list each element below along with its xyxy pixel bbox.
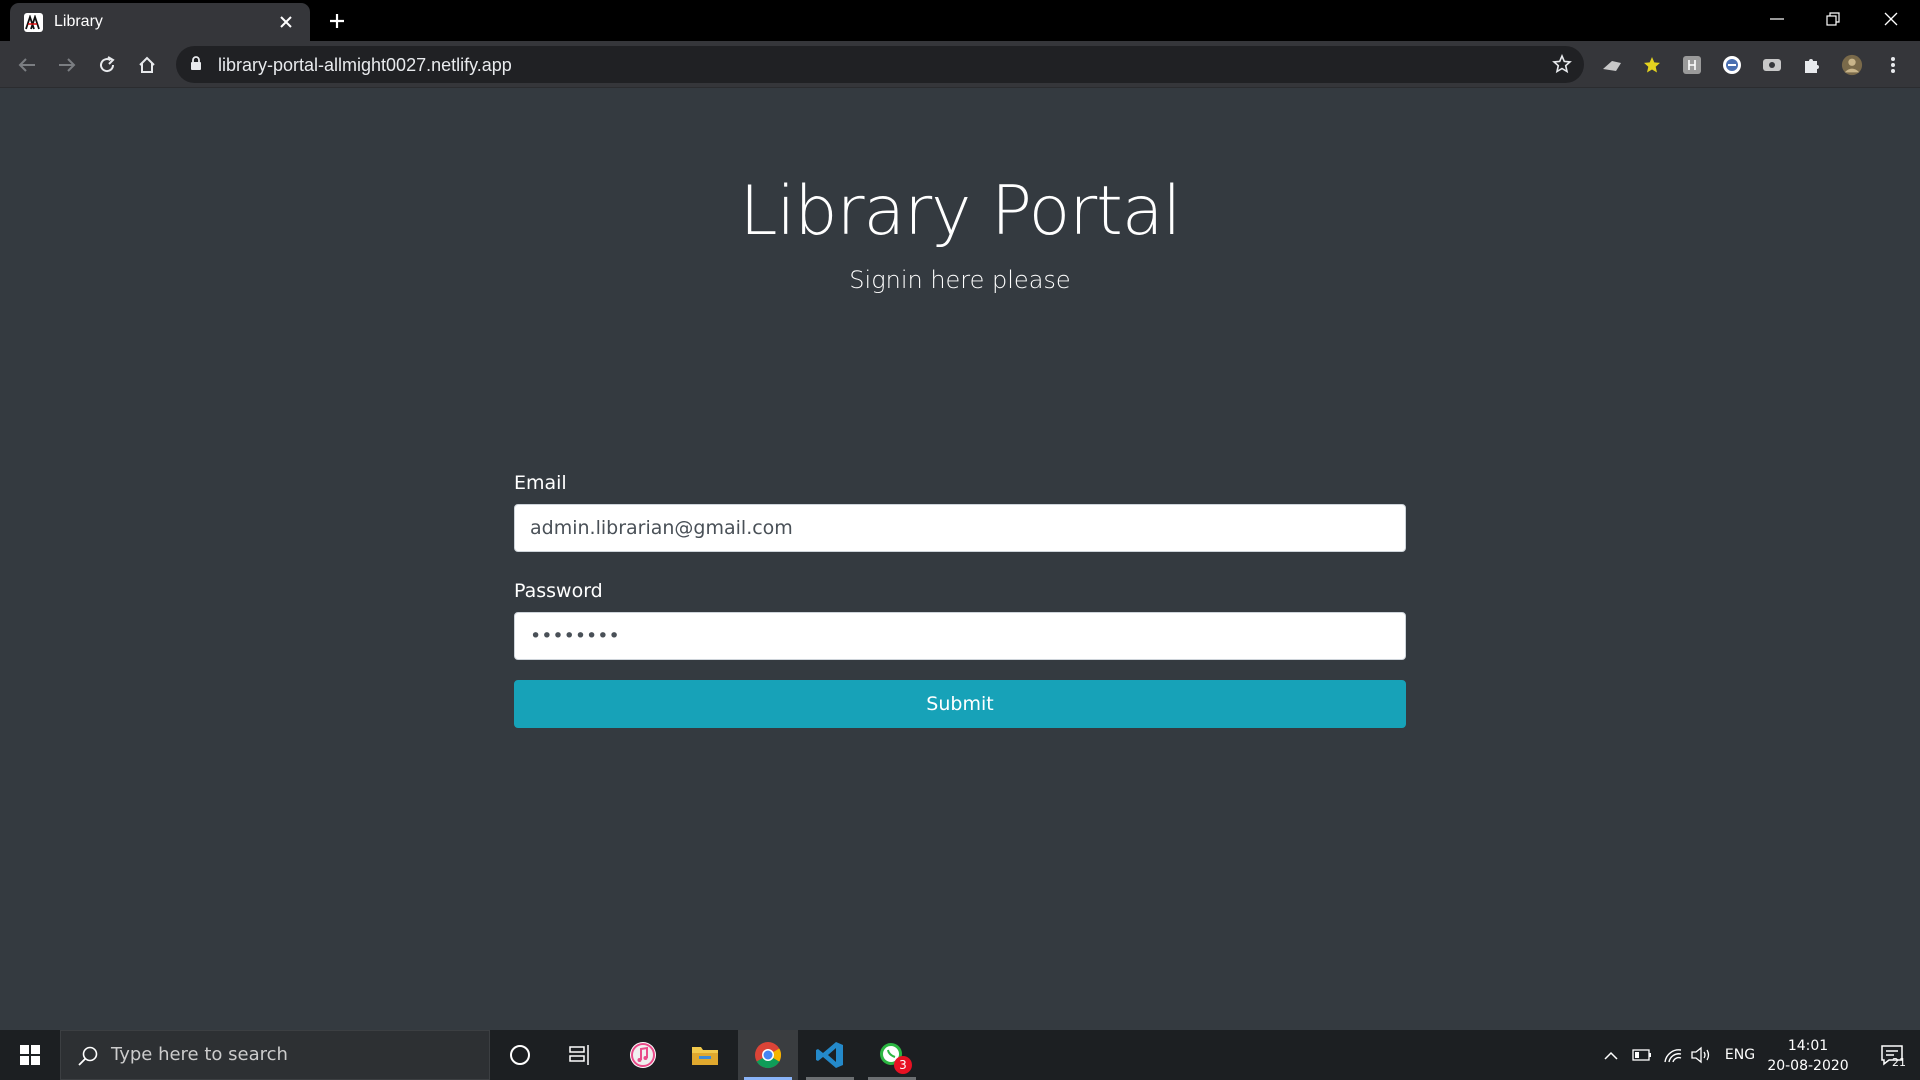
email-label: Email [514,472,567,494]
email-field[interactable] [514,504,1406,552]
tab-title: Library [54,13,103,30]
windows-start-icon[interactable] [0,1030,60,1080]
itunes-icon[interactable] [613,1030,673,1080]
clock-date: 20-08-2020 [1767,1058,1849,1074]
language-text: ENG [1724,1047,1756,1063]
url-text: library-portal-allmight0027.netlify.app [218,55,512,75]
lock-icon [190,56,202,75]
action-center-icon[interactable]: 21 [1864,1030,1920,1080]
file-explorer-icon[interactable] [675,1030,735,1080]
extension-star-icon[interactable] [1641,54,1663,76]
submit-button[interactable]: Submit [514,680,1406,728]
extensions-puzzle-icon[interactable] [1801,54,1823,76]
library-favicon-icon [24,13,43,32]
show-hidden-icons-chevron-icon[interactable] [1598,1030,1624,1080]
password-field[interactable] [514,612,1406,660]
search-icon [77,1045,99,1071]
search-placeholder: Type here to search [111,1044,288,1065]
extension-circle-icon[interactable] [1721,54,1743,76]
page-title: Library Portal [739,172,1182,251]
restore-window-icon[interactable] [1813,4,1853,34]
vscode-icon[interactable] [800,1030,860,1080]
bookmark-star-icon[interactable] [1552,53,1572,78]
battery-icon[interactable] [1628,1030,1656,1080]
extension-translate-icon[interactable] [1681,54,1703,76]
clock-time: 14:01 [1787,1038,1829,1054]
volume-icon[interactable] [1688,1030,1716,1080]
taskbar-clock[interactable]: 14:01 20-08-2020 [1762,1036,1854,1076]
notification-count: 21 [1892,1056,1906,1069]
windows-taskbar: Type here to search 3 ENG 14:01 20-08-20… [0,1030,1920,1080]
browser-tab[interactable]: Library [10,3,310,41]
browser-toolbar: library-portal-allmight0027.netlify.app [0,41,1920,88]
chrome-taskbar-icon[interactable] [738,1030,798,1080]
new-tab-icon[interactable] [324,8,350,34]
task-view-icon[interactable] [550,1030,610,1080]
close-window-icon[interactable] [1871,4,1911,34]
browser-tab-strip: Library [0,0,1920,41]
whatsapp-badge: 3 [894,1056,912,1074]
cortana-icon[interactable] [490,1030,550,1080]
profile-avatar[interactable] [1841,54,1863,76]
extension-fish-icon[interactable] [1601,54,1623,76]
extension-card-icon[interactable] [1761,54,1783,76]
browser-menu-icon[interactable] [1882,54,1904,76]
close-tab-icon[interactable] [274,10,298,34]
address-bar[interactable]: library-portal-allmight0027.netlify.app [176,46,1584,83]
minimize-window-icon[interactable] [1757,4,1797,34]
reload-icon[interactable] [92,50,122,80]
language-indicator[interactable]: ENG [1722,1030,1758,1080]
wifi-icon[interactable] [1659,1030,1687,1080]
home-icon[interactable] [132,50,162,80]
back-arrow-icon[interactable] [12,50,42,80]
signin-form: Email Password Submit [514,472,1406,728]
forward-arrow-icon[interactable] [52,50,82,80]
password-label: Password [514,580,603,602]
taskbar-search-box[interactable]: Type here to search [60,1030,490,1080]
page-subtitle: Signin here please [849,266,1071,294]
page-content: Library Portal Signin here please Email … [0,88,1920,1030]
whatsapp-icon[interactable]: 3 [862,1030,922,1080]
